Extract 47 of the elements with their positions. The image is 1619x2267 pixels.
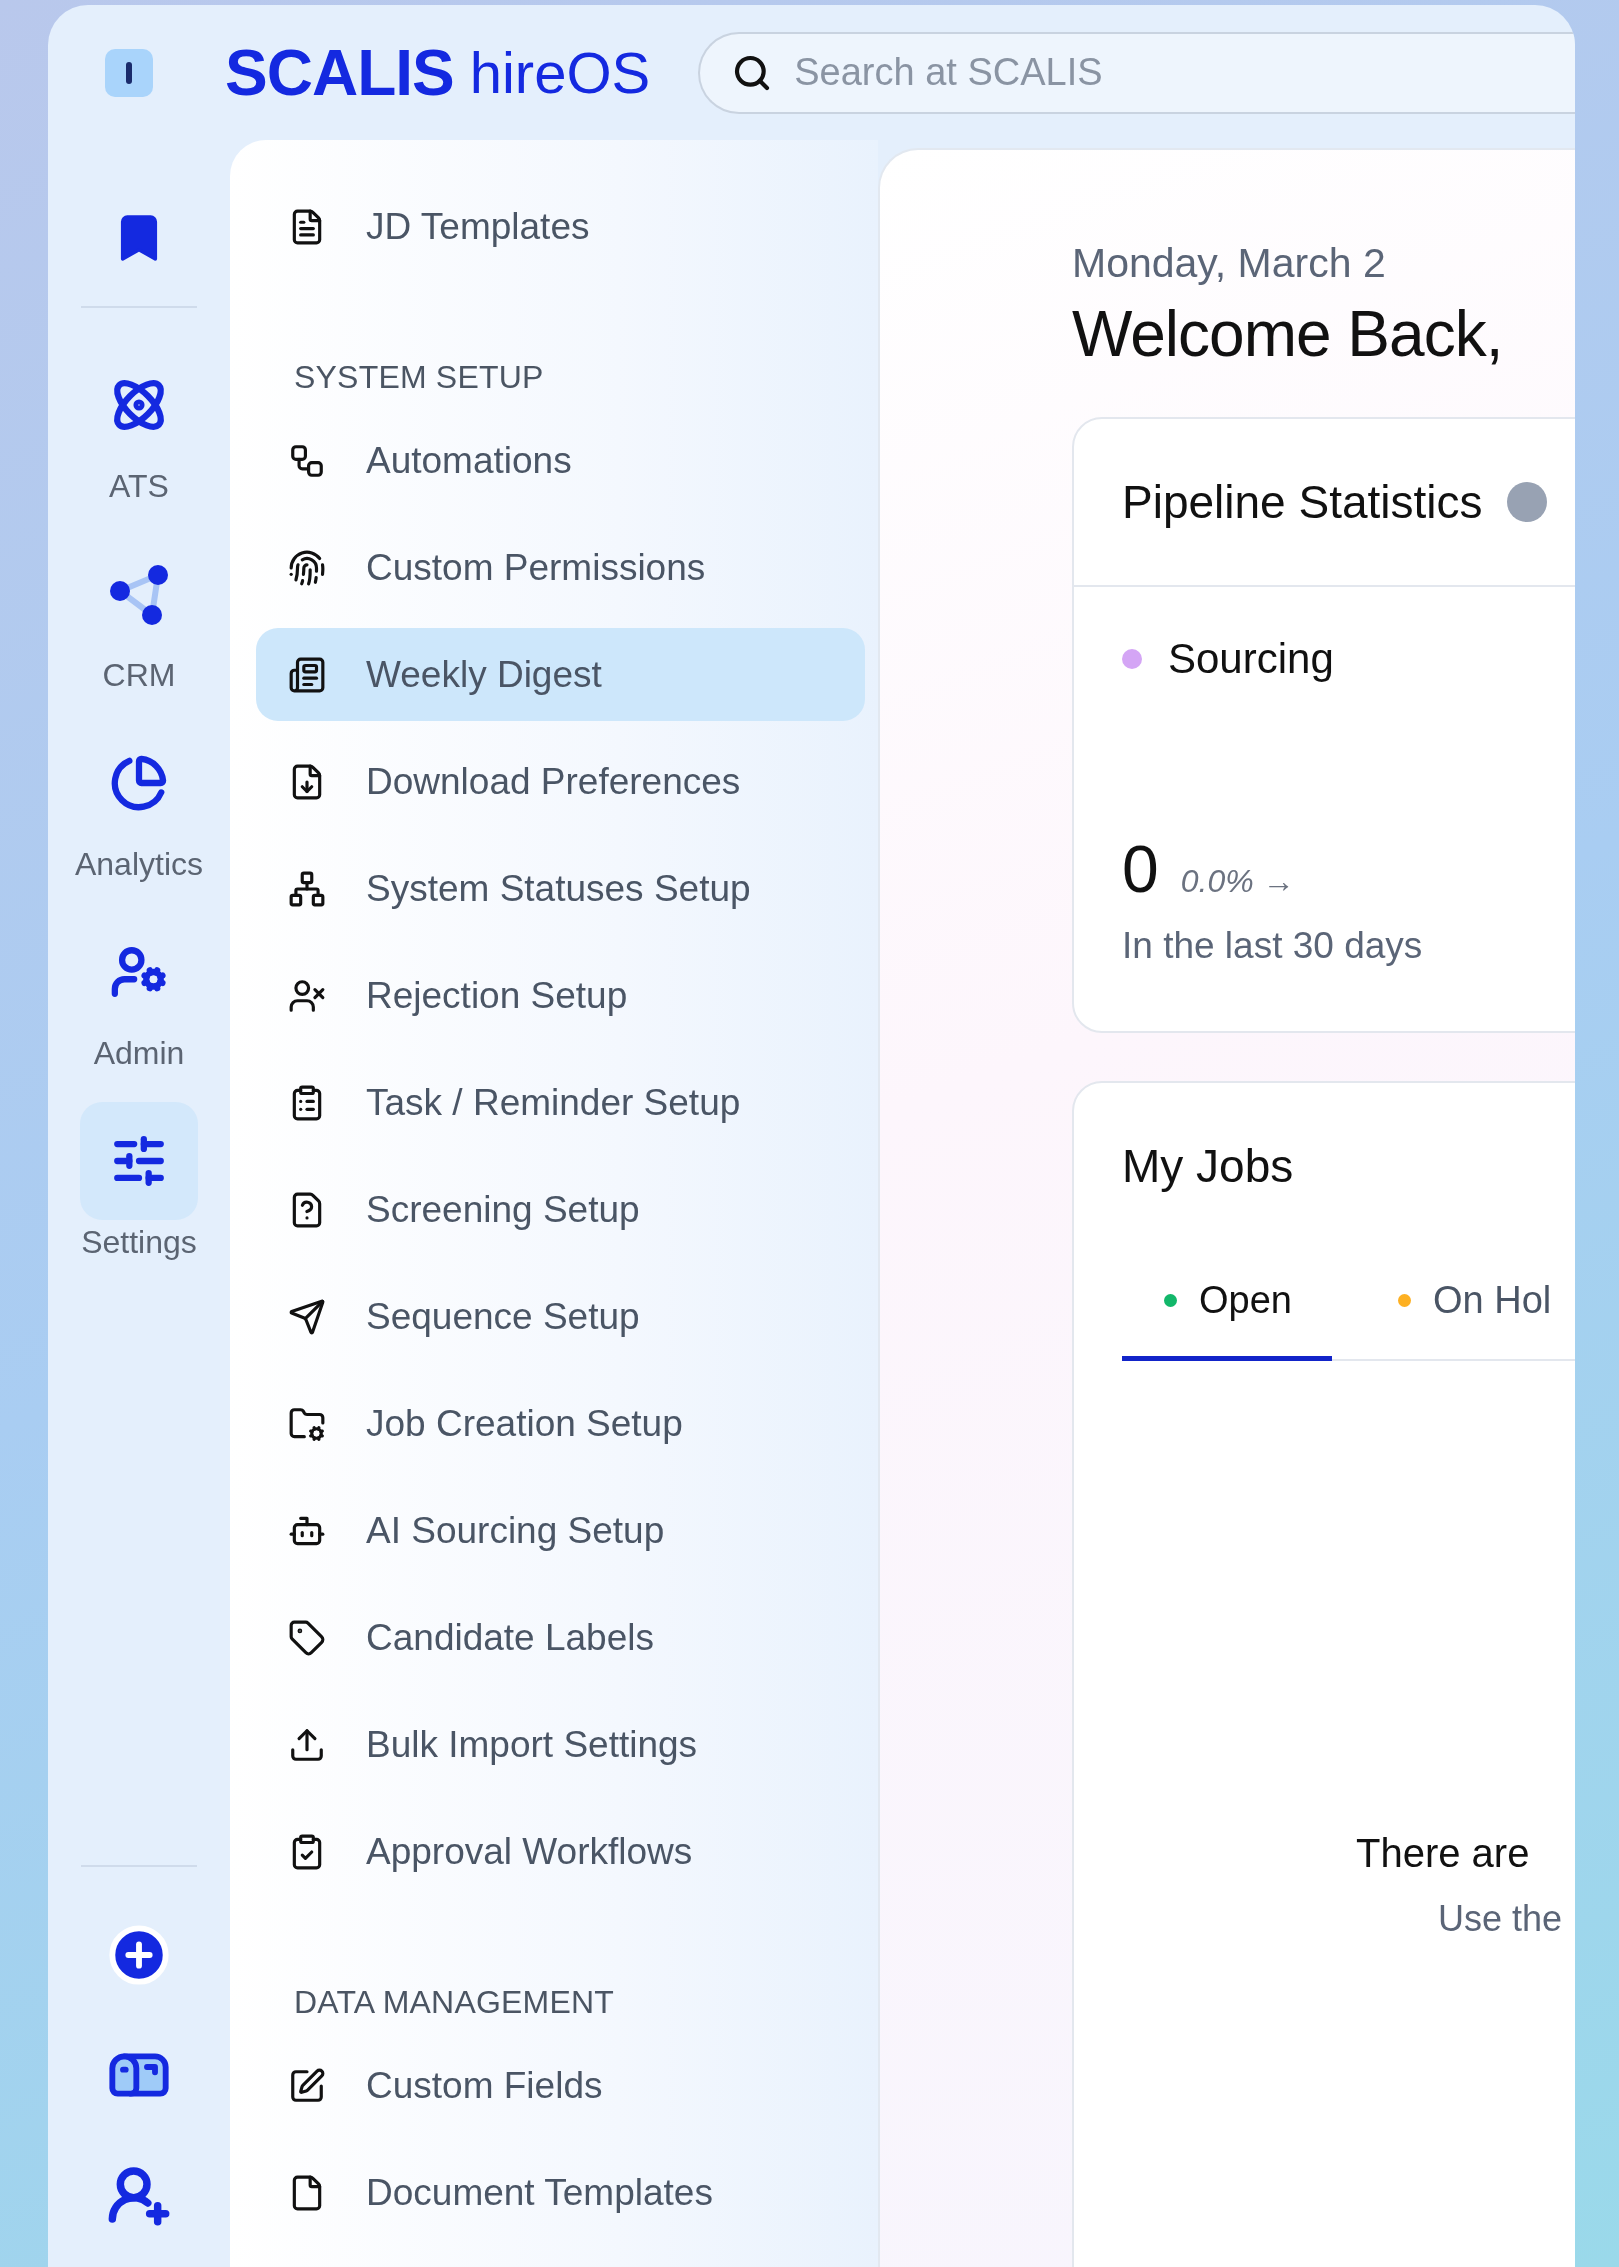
settings-nav-item[interactable]: Rejection Setup (256, 949, 865, 1042)
period-text: In the last 30 days (1121, 924, 1424, 968)
newspaper-icon (288, 655, 326, 694)
stage-label: Sourcing (1168, 635, 1334, 683)
card-title: Pipeline Statistics (1122, 475, 1483, 529)
rail-nav-item[interactable]: CRM (80, 535, 198, 694)
settings-nav-item[interactable]: Download Preferences (256, 735, 865, 828)
settings-nav-item[interactable]: Custom Fields (256, 2039, 865, 2132)
settings-nav-item[interactable]: AI Sourcing Setup (256, 1484, 865, 1577)
settings-nav-item[interactable]: Job Creation Setup (256, 1377, 865, 1470)
sidebar-toggle-button[interactable] (105, 48, 153, 97)
send-icon (288, 1297, 326, 1336)
pie-chart-icon (110, 754, 168, 812)
count-value: 0 (1122, 831, 1159, 907)
settings-nav-item[interactable]: System Statuses Setup (256, 842, 865, 935)
tag-icon (288, 1618, 326, 1657)
rail-nav-item[interactable]: Analytics (74, 724, 203, 883)
brand-logo: SCALIS (225, 35, 454, 110)
settings-nav-item[interactable]: JD Templates (256, 180, 865, 273)
rail-nav-item[interactable]: ATS (80, 346, 198, 505)
settings-nav-item[interactable]: Weekly Digest (256, 628, 865, 721)
empty-state-title: There are (1356, 1831, 1531, 1876)
welcome-heading: Welcome Back, (1072, 297, 1504, 371)
settings-nav-item[interactable]: Bulk Import Settings (256, 1698, 865, 1791)
empty-state-text: Use the (1438, 1898, 1564, 1940)
settings-nav-item[interactable]: Sequence Setup (256, 1270, 865, 1363)
section-heading: DATA MANAGEMENT (293, 1983, 616, 2022)
settings-nav-item[interactable]: Automations (256, 414, 865, 507)
fingerprint-icon (288, 548, 326, 587)
settings-nav-item[interactable]: Approval Workflows (256, 1805, 865, 1898)
section-heading: SYSTEM SETUP (293, 358, 545, 397)
edit-icon (288, 2066, 326, 2105)
job-status-tab[interactable]: Open (1122, 1249, 1332, 1361)
search-field[interactable]: Search at SCALIS (698, 31, 1575, 114)
settings-nav-item[interactable]: Screening Setup (256, 1163, 865, 1256)
settings-nav-item[interactable]: Candidate Labels (256, 1591, 865, 1684)
job-status-tab[interactable]: On Hol (1355, 1249, 1575, 1361)
settings-nav-item[interactable]: Document Templates (256, 2146, 865, 2239)
network-icon (288, 869, 326, 908)
settings-nav-item[interactable]: Custom Permissions (256, 521, 865, 614)
add-icon[interactable] (107, 1923, 171, 1987)
change-value: 0.0% → (1180, 863, 1295, 900)
rail-nav-item[interactable]: Admin (80, 913, 198, 1072)
settings-nav-item[interactable]: Task / Reminder Setup (256, 1056, 865, 1149)
product-name: hireOS (469, 39, 651, 106)
card-title: My Jobs (1122, 1139, 1294, 1193)
date-text: Monday, March 2 (1072, 240, 1387, 287)
